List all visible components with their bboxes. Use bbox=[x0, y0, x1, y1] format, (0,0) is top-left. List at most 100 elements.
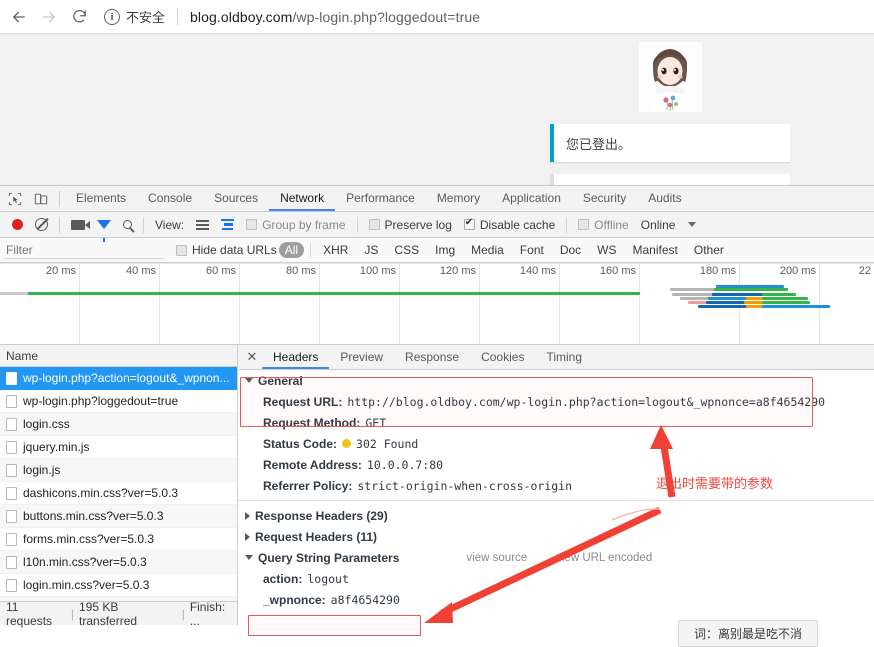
table-row[interactable]: wp-login.php?action=logout&_wpnon... bbox=[0, 367, 237, 390]
hide-data-urls-checkbox[interactable]: Hide data URLs bbox=[176, 243, 277, 257]
overview-tick: 200 ms bbox=[780, 265, 816, 277]
tab-memory[interactable]: Memory bbox=[426, 186, 491, 211]
status-code-key: Status Code: bbox=[263, 437, 337, 451]
record-button[interactable] bbox=[6, 213, 29, 237]
status-badge bbox=[342, 439, 351, 448]
type-filter-manifest[interactable]: Manifest bbox=[627, 242, 684, 258]
preserve-log-box bbox=[369, 219, 380, 230]
tab-performance[interactable]: Performance bbox=[335, 186, 426, 211]
type-filter-doc[interactable]: Doc bbox=[554, 242, 587, 258]
table-row[interactable]: l10n.min.css?ver=5.0.3 bbox=[0, 551, 237, 574]
query-string-section[interactable]: Query String Parameters view source view… bbox=[238, 547, 874, 568]
overview-tick: 160 ms bbox=[600, 265, 636, 277]
hide-data-urls-box bbox=[176, 245, 187, 256]
chip-separator bbox=[310, 243, 311, 257]
table-row[interactable]: forms.min.css?ver=5.0.3 bbox=[0, 528, 237, 551]
offline-label: Offline bbox=[594, 218, 628, 232]
inspect-element-icon[interactable] bbox=[2, 187, 28, 211]
omnibox-divider bbox=[177, 9, 178, 25]
table-row[interactable]: dashicons.min.css?ver=5.0.3 bbox=[0, 482, 237, 505]
tab-headers[interactable]: Headers bbox=[262, 345, 329, 369]
toolbar-divider-1 bbox=[59, 217, 60, 233]
throttle-select[interactable]: Online bbox=[635, 213, 703, 237]
preserve-log-checkbox[interactable]: Preserve log bbox=[363, 213, 458, 237]
tab-audits[interactable]: Audits bbox=[637, 186, 692, 211]
general-section-header[interactable]: General bbox=[238, 370, 874, 391]
table-row[interactable]: login.js bbox=[0, 459, 237, 482]
tab-sources[interactable]: Sources bbox=[203, 186, 269, 211]
forward-icon[interactable] bbox=[34, 3, 64, 31]
status-code-row: Status Code: 302 Found bbox=[238, 433, 874, 454]
chevron-down-icon bbox=[245, 555, 253, 560]
view-waterfall-button[interactable] bbox=[215, 213, 240, 237]
type-filter-media[interactable]: Media bbox=[465, 242, 510, 258]
overview-tick: 80 ms bbox=[286, 265, 316, 277]
tab-security[interactable]: Security bbox=[572, 186, 637, 211]
request-headers-section[interactable]: Request Headers (11) bbox=[238, 526, 874, 547]
document-icon bbox=[6, 372, 17, 385]
search-button[interactable] bbox=[117, 213, 138, 237]
table-row[interactable]: buttons.min.css?ver=5.0.3 bbox=[0, 505, 237, 528]
request-rows: wp-login.php?action=logout&_wpnon... wp-… bbox=[0, 367, 237, 601]
notice-text: 您已登出。 bbox=[566, 134, 631, 153]
security-label: 不安全 bbox=[126, 7, 165, 26]
response-headers-section[interactable]: Response Headers (29) bbox=[238, 505, 874, 526]
overview-tick: 120 ms bbox=[440, 265, 476, 277]
annotation-note: 退出时需要带的参数 bbox=[656, 473, 773, 492]
request-name: forms.min.css?ver=5.0.3 bbox=[23, 532, 154, 546]
network-overview[interactable]: 20 ms 40 ms 60 ms 80 ms 100 ms 120 ms 14… bbox=[0, 263, 874, 345]
referrer-policy-key: Referrer Policy: bbox=[263, 479, 352, 493]
tab-response[interactable]: Response bbox=[394, 345, 470, 369]
preserve-log-label: Preserve log bbox=[385, 218, 452, 232]
tab-elements[interactable]: Elements bbox=[65, 186, 137, 211]
clear-button[interactable] bbox=[29, 213, 54, 237]
url-domain: blog.oldboy.com bbox=[190, 9, 292, 25]
info-circle-icon[interactable]: i bbox=[104, 9, 120, 25]
tab-cookies[interactable]: Cookies bbox=[470, 345, 535, 369]
type-filter-font[interactable]: Font bbox=[514, 242, 550, 258]
close-icon[interactable]: ✕ bbox=[242, 346, 262, 368]
type-filter-img[interactable]: Img bbox=[429, 242, 461, 258]
request-list-header[interactable]: Name bbox=[0, 345, 237, 367]
chevron-down-icon bbox=[245, 378, 253, 383]
back-icon[interactable] bbox=[4, 3, 34, 31]
type-filter-js[interactable]: JS bbox=[358, 242, 384, 258]
tab-console[interactable]: Console bbox=[137, 186, 203, 211]
disable-cache-label: Disable cache bbox=[480, 218, 555, 232]
toolbar-divider-4 bbox=[566, 217, 567, 233]
toggle-device-toolbar-icon[interactable] bbox=[28, 187, 54, 211]
capture-screenshots-button[interactable] bbox=[65, 213, 91, 237]
table-row[interactable]: jquery.min.js bbox=[0, 436, 237, 459]
filter-input[interactable] bbox=[4, 241, 164, 259]
type-filter-css[interactable]: CSS bbox=[388, 242, 425, 258]
reload-icon[interactable] bbox=[64, 3, 94, 31]
table-row[interactable]: login.min.css?ver=5.0.3 bbox=[0, 574, 237, 597]
view-url-encoded-link[interactable]: view URL encoded bbox=[556, 552, 652, 564]
offline-checkbox[interactable]: Offline bbox=[572, 213, 634, 237]
view-source-link[interactable]: view source bbox=[466, 552, 527, 564]
document-icon bbox=[6, 487, 17, 500]
chevron-right-icon bbox=[245, 533, 250, 541]
tab-preview[interactable]: Preview bbox=[329, 345, 394, 369]
filter-toggle-button[interactable] bbox=[91, 213, 117, 237]
group-by-frame-label: Group by frame bbox=[262, 218, 345, 232]
type-filter-ws[interactable]: WS bbox=[591, 242, 622, 258]
request-name: login.css bbox=[23, 417, 70, 431]
disable-cache-checkbox[interactable]: Disable cache bbox=[458, 213, 561, 237]
request-url-row: Request URL: http://blog.oldboy.com/wp-l… bbox=[238, 391, 874, 412]
tab-timing[interactable]: Timing bbox=[535, 345, 593, 369]
address-bar[interactable]: i 不安全 blog.oldboy.com/wp-login.php?logge… bbox=[102, 3, 870, 31]
type-filter-other[interactable]: Other bbox=[688, 242, 730, 258]
logged-out-notice: 您已登出。 bbox=[550, 124, 790, 162]
type-filter-all[interactable]: All bbox=[279, 242, 304, 258]
tab-network[interactable]: Network bbox=[269, 186, 335, 211]
page-viewport: 您已登出。 bbox=[0, 34, 874, 186]
type-filter-xhr[interactable]: XHR bbox=[317, 242, 354, 258]
view-list-button[interactable] bbox=[190, 213, 215, 237]
table-row[interactable]: wp-login.php?loggedout=true bbox=[0, 390, 237, 413]
group-by-frame-checkbox[interactable]: Group by frame bbox=[240, 213, 351, 237]
tab-application[interactable]: Application bbox=[491, 186, 572, 211]
request-list: Name wp-login.php?action=logout&_wpnon..… bbox=[0, 345, 238, 625]
disable-cache-box bbox=[464, 219, 475, 230]
table-row[interactable]: login.css bbox=[0, 413, 237, 436]
